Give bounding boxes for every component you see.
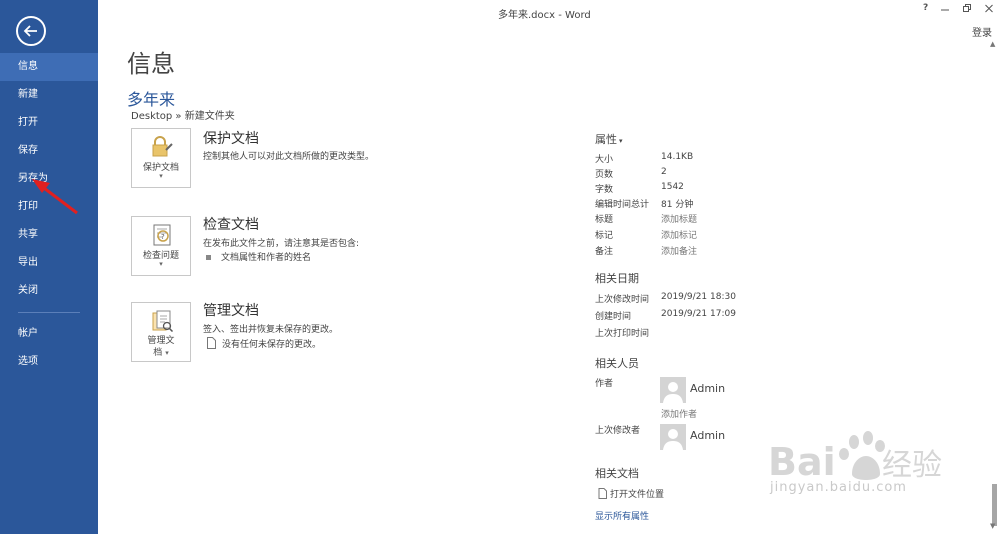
svg-text:经验: 经验 bbox=[882, 448, 942, 483]
lock-icon bbox=[150, 136, 174, 158]
prop-label-words: 字数 bbox=[595, 185, 614, 195]
author-name[interactable]: Admin bbox=[690, 382, 725, 395]
date-label-last-modified: 上次修改时间 bbox=[595, 295, 650, 305]
login-link[interactable]: 登录 bbox=[972, 24, 992, 39]
inspect-document-bullet-text: 文档属性和作者的姓名 bbox=[221, 253, 312, 263]
related-documents-header: 相关文档 bbox=[595, 467, 639, 480]
scroll-up-icon[interactable]: ▲ bbox=[990, 40, 995, 48]
show-all-properties-link[interactable]: 显示所有属性 bbox=[595, 509, 649, 522]
open-file-location-link[interactable]: 打开文件位置 bbox=[598, 487, 664, 502]
last-modified-by-label: 上次修改者 bbox=[595, 426, 641, 436]
date-label-created: 创建时间 bbox=[595, 312, 632, 322]
close-window-icon[interactable] bbox=[984, 2, 994, 17]
prop-label-tags: 标记 bbox=[595, 231, 614, 241]
related-people-header: 相关人员 bbox=[595, 357, 639, 370]
modifier-name[interactable]: Admin bbox=[690, 429, 725, 442]
author-label: 作者 bbox=[595, 379, 614, 389]
manage-document-title: 管理文档 bbox=[203, 303, 259, 319]
window-title: 多年来.docx - Word bbox=[498, 10, 591, 21]
modifier-avatar[interactable] bbox=[660, 424, 686, 450]
baidu-logo-watermark: Bai 经验 bbox=[768, 431, 942, 484]
bullet-square-icon bbox=[206, 255, 211, 260]
document-small-icon bbox=[206, 337, 216, 352]
manage-document-bullet: 没有任何未保存的更改。 bbox=[206, 337, 321, 352]
date-value-created: 2019/9/21 17:09 bbox=[661, 309, 736, 319]
manage-document-button-label-line2: 档 ▾ bbox=[132, 345, 190, 358]
author-avatar[interactable] bbox=[660, 377, 686, 403]
nav-divider bbox=[18, 312, 80, 313]
prop-value-title-input[interactable]: 添加标题 bbox=[661, 212, 697, 225]
nav-item-account[interactable]: 帐户 bbox=[0, 320, 98, 348]
properties-header-text: 属性 bbox=[595, 133, 617, 146]
title-bar: 多年来.docx - Word bbox=[98, 0, 1000, 24]
prop-value-edit-time: 81 分钟 bbox=[661, 200, 694, 210]
protect-document-title: 保护文档 bbox=[203, 131, 259, 147]
manage-document-button[interactable]: 管理文 档 ▾ bbox=[131, 302, 191, 362]
related-dates-header: 相关日期 bbox=[595, 272, 639, 285]
manage-document-button-label-line2-text: 档 bbox=[153, 348, 163, 358]
prop-value-comments-input[interactable]: 添加备注 bbox=[661, 244, 697, 257]
protect-document-description: 控制其他人可以对此文档所做的更改类型。 bbox=[203, 152, 375, 162]
page-title: 信息 bbox=[127, 50, 175, 78]
help-button[interactable]: ? bbox=[923, 3, 928, 13]
nav-item-export[interactable]: 导出 bbox=[0, 249, 98, 277]
inspect-document-title: 检查文档 bbox=[203, 217, 259, 233]
check-issues-button[interactable]: ? 检查问题 ▾ bbox=[131, 216, 191, 276]
prop-value-tags-input[interactable]: 添加标记 bbox=[661, 228, 697, 241]
prop-value-words: 1542 bbox=[661, 182, 684, 192]
annotation-arrow-icon bbox=[32, 179, 78, 215]
prop-label-pages: 页数 bbox=[595, 170, 614, 180]
inspect-document-bullet: 文档属性和作者的姓名 bbox=[206, 250, 311, 263]
nav-item-options[interactable]: 选项 bbox=[0, 348, 98, 376]
chevron-down-icon: ▾ bbox=[159, 260, 163, 268]
date-label-last-printed: 上次打印时间 bbox=[595, 329, 650, 339]
minimize-icon[interactable] bbox=[940, 2, 950, 17]
protect-document-button[interactable]: 保护文档 ▾ bbox=[131, 128, 191, 188]
chevron-down-icon: ▾ bbox=[159, 172, 163, 180]
prop-label-comments: 备注 bbox=[595, 247, 614, 257]
prop-label-title: 标题 bbox=[595, 215, 614, 225]
prop-value-pages: 2 bbox=[661, 167, 667, 177]
inspect-document-icon: ? bbox=[150, 224, 174, 246]
prop-label-size: 大小 bbox=[595, 155, 614, 165]
chevron-down-icon: ▾ bbox=[619, 137, 623, 145]
manage-document-icon bbox=[150, 310, 174, 333]
chevron-down-icon: ▾ bbox=[165, 349, 169, 357]
prop-value-size: 14.1KB bbox=[661, 152, 694, 162]
svg-text:?: ? bbox=[161, 233, 165, 241]
manage-document-bullet-text: 没有任何未保存的更改。 bbox=[222, 340, 322, 350]
manage-document-description: 签入、签出并恢复未保存的更改。 bbox=[203, 325, 339, 335]
watermark-url: jingyan.baidu.com bbox=[770, 480, 907, 495]
inspect-document-description: 在发布此文件之前，请注意其是否包含: bbox=[203, 239, 360, 249]
properties-header[interactable]: 属性 ▾ bbox=[595, 131, 623, 147]
folder-file-icon bbox=[598, 487, 607, 502]
document-path-breadcrumb[interactable]: Desktop » 新建文件夹 bbox=[131, 107, 235, 122]
nav-item-close[interactable]: 关闭 bbox=[0, 277, 98, 305]
restore-icon[interactable] bbox=[962, 2, 972, 17]
open-file-location-text: 打开文件位置 bbox=[610, 490, 665, 500]
svg-text:Bai: Bai bbox=[768, 440, 836, 484]
date-value-last-modified: 2019/9/21 18:30 bbox=[661, 292, 736, 302]
add-author-input[interactable]: 添加作者 bbox=[661, 407, 697, 420]
prop-label-edit-time: 编辑时间总计 bbox=[595, 200, 650, 210]
